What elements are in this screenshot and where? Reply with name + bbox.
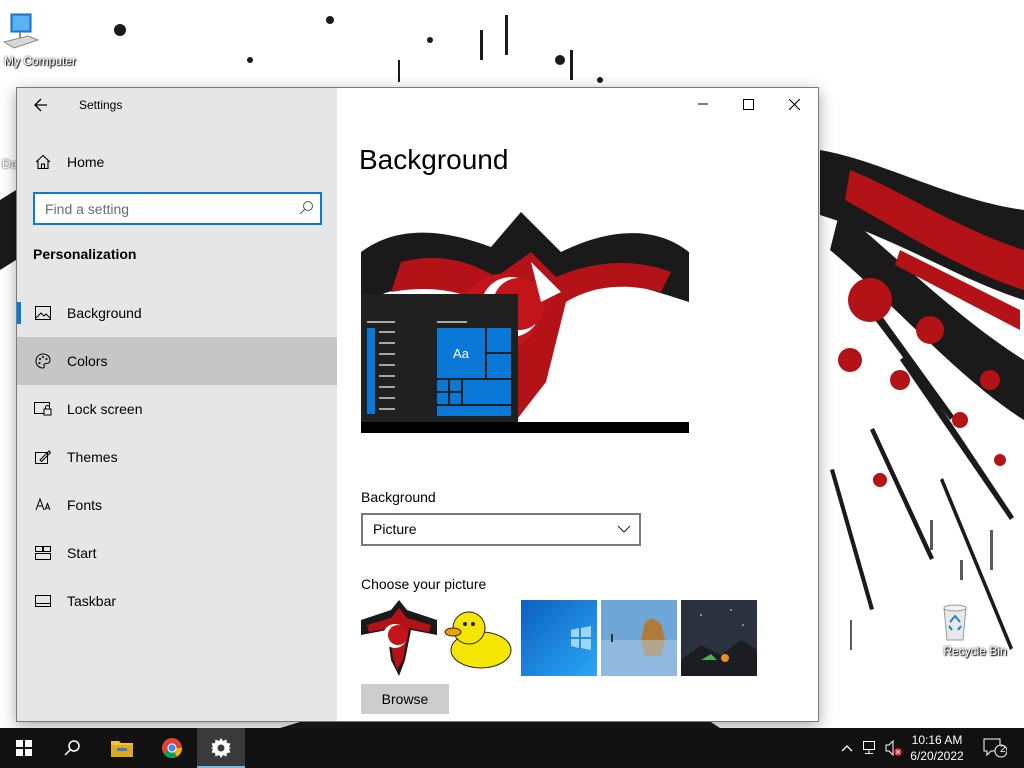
fonts-icon — [33, 495, 53, 515]
picture-icon — [33, 303, 53, 323]
picture-thumbnail-1[interactable] — [361, 600, 437, 676]
desktop-icon-my-computer[interactable]: My Computer — [0, 12, 80, 68]
picture-thumbnail-4[interactable] — [601, 600, 677, 676]
clock-date: 6/20/2022 — [910, 749, 964, 763]
page-title: Background — [359, 144, 509, 175]
gear-icon — [211, 738, 231, 758]
nav-label: Fonts — [67, 497, 103, 513]
maximize-icon — [742, 98, 754, 110]
start-button[interactable] — [0, 728, 48, 768]
nav-label: Lock screen — [67, 401, 143, 417]
minimize-icon — [698, 103, 708, 105]
nav-item-taskbar[interactable]: Taskbar — [17, 577, 337, 625]
chevron-down-icon — [617, 525, 631, 533]
desktop-icon-label: Recycle Bin — [943, 644, 1007, 658]
background-label: Background — [361, 489, 436, 505]
search-button[interactable] — [48, 728, 96, 768]
nav-label: Themes — [67, 449, 118, 465]
nav-label: Taskbar — [67, 593, 117, 609]
preview-wallpaper: Aa — [361, 192, 689, 438]
lock-screen-icon — [33, 399, 53, 419]
search-input[interactable] — [43, 199, 292, 219]
chrome-button[interactable] — [148, 728, 196, 768]
folder-icon — [111, 741, 133, 757]
title-bar: Settings — [17, 88, 818, 122]
close-icon — [788, 98, 800, 110]
picture-thumbnail-3[interactable] — [521, 600, 597, 676]
nav-label: Background — [67, 305, 142, 321]
home-nav-item[interactable]: Home — [17, 146, 337, 178]
themes-icon — [33, 447, 53, 467]
chrome-icon — [162, 738, 183, 759]
taskbar-icon — [33, 591, 53, 611]
thumbnail-image — [601, 600, 677, 676]
picture-thumbnail-2[interactable] — [441, 600, 517, 676]
thumbnail-image — [361, 600, 437, 676]
clock-time: 10:16 AM — [911, 733, 963, 747]
thumbnail-image — [441, 600, 517, 676]
recycle-bin-icon — [943, 602, 995, 642]
network-icon — [863, 741, 875, 754]
settings-taskbar-button[interactable] — [197, 728, 245, 768]
notification-count: 2 — [1000, 744, 1006, 755]
search-icon — [299, 201, 313, 215]
taskbar: 10:16 AM 6/20/2022 2 — [0, 728, 1024, 768]
computer-icon — [2, 12, 60, 52]
nav-label: Colors — [67, 353, 108, 369]
background-type-value: Picture — [373, 521, 417, 537]
thumbnail-image — [521, 600, 597, 676]
browse-button[interactable]: Browse — [361, 684, 449, 714]
nav-item-fonts[interactable]: Fonts — [17, 481, 337, 529]
window-title: Settings — [79, 98, 123, 112]
windows-logo-icon — [16, 740, 32, 756]
desktop-icon-recycle-bin[interactable]: Recycle Bin — [935, 602, 1015, 658]
back-arrow-icon — [34, 98, 47, 112]
clock[interactable]: 10:16 AM 6/20/2022 — [902, 732, 972, 764]
background-preview: Aa — [361, 192, 689, 438]
notifications-button[interactable]: 2 — [978, 728, 1012, 768]
home-label: Home — [67, 154, 105, 170]
volume-muted-icon — [885, 740, 902, 756]
minimize-button[interactable] — [680, 88, 726, 120]
show-hidden-icons-button[interactable] — [838, 728, 856, 768]
thumbnail-image — [681, 600, 757, 676]
file-explorer-button[interactable] — [98, 728, 146, 768]
choose-picture-label: Choose your picture — [361, 576, 487, 592]
maximize-button[interactable] — [725, 88, 771, 120]
search-box[interactable] — [33, 192, 322, 225]
picture-thumbnail-5[interactable] — [681, 600, 757, 676]
volume-button[interactable] — [884, 728, 904, 768]
settings-window: Settings Home Personalization Background — [16, 87, 819, 722]
desktop-icon-label: My Computer — [3, 54, 77, 68]
preview-tile-text: Aa — [453, 346, 470, 361]
network-button[interactable] — [860, 728, 882, 768]
nav-item-start[interactable]: Start — [17, 529, 337, 577]
close-button[interactable] — [771, 88, 817, 120]
nav-item-background[interactable]: Background — [17, 289, 337, 337]
start-icon — [33, 543, 53, 563]
chevron-up-icon — [841, 745, 853, 752]
section-heading: Personalization — [33, 246, 137, 262]
nav-label: Start — [67, 545, 97, 561]
nav-item-lock-screen[interactable]: Lock screen — [17, 385, 337, 433]
search-icon — [64, 740, 80, 756]
home-icon — [33, 152, 53, 172]
background-type-dropdown[interactable]: Picture — [361, 513, 641, 546]
nav-item-themes[interactable]: Themes — [17, 433, 337, 481]
palette-icon — [33, 351, 53, 371]
back-button[interactable] — [25, 90, 57, 120]
nav-item-colors[interactable]: Colors — [17, 337, 337, 385]
